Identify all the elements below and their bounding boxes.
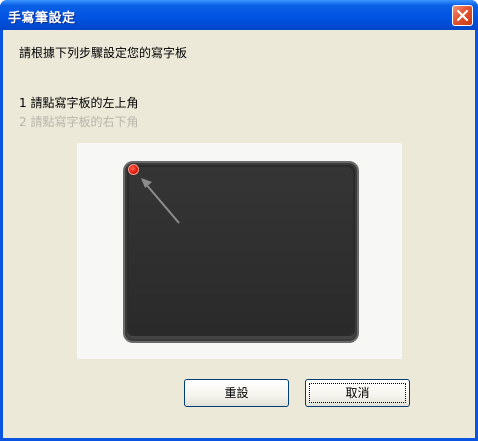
dialog-body: 請根據下列步驟設定您的寫字板 1 請點寫字板的左上角 2 請點寫字板的右下角 重…	[3, 30, 475, 438]
close-button[interactable]	[452, 5, 473, 26]
close-icon	[456, 9, 469, 22]
title-bar[interactable]: 手寫筆設定	[0, 0, 478, 30]
instruction-text: 請根據下列步驟設定您的寫字板	[19, 46, 188, 60]
dialog-window: 手寫筆設定 請根據下列步驟設定您的寫字板 1 請點寫字板的左上角 2 請點寫字板…	[0, 0, 478, 441]
cancel-button[interactable]: 取消	[305, 379, 410, 407]
reset-button[interactable]: 重設	[184, 379, 289, 407]
step-2-label: 2 請點寫字板的右下角	[19, 115, 139, 129]
window-title: 手寫筆設定	[8, 11, 76, 26]
tablet-preview-panel	[77, 143, 402, 359]
arrow-icon	[141, 178, 180, 224]
red-dot-icon	[128, 164, 139, 175]
step-1-label: 1 請點寫字板的左上角	[19, 96, 139, 110]
cancel-button-label: 取消	[345, 386, 370, 400]
